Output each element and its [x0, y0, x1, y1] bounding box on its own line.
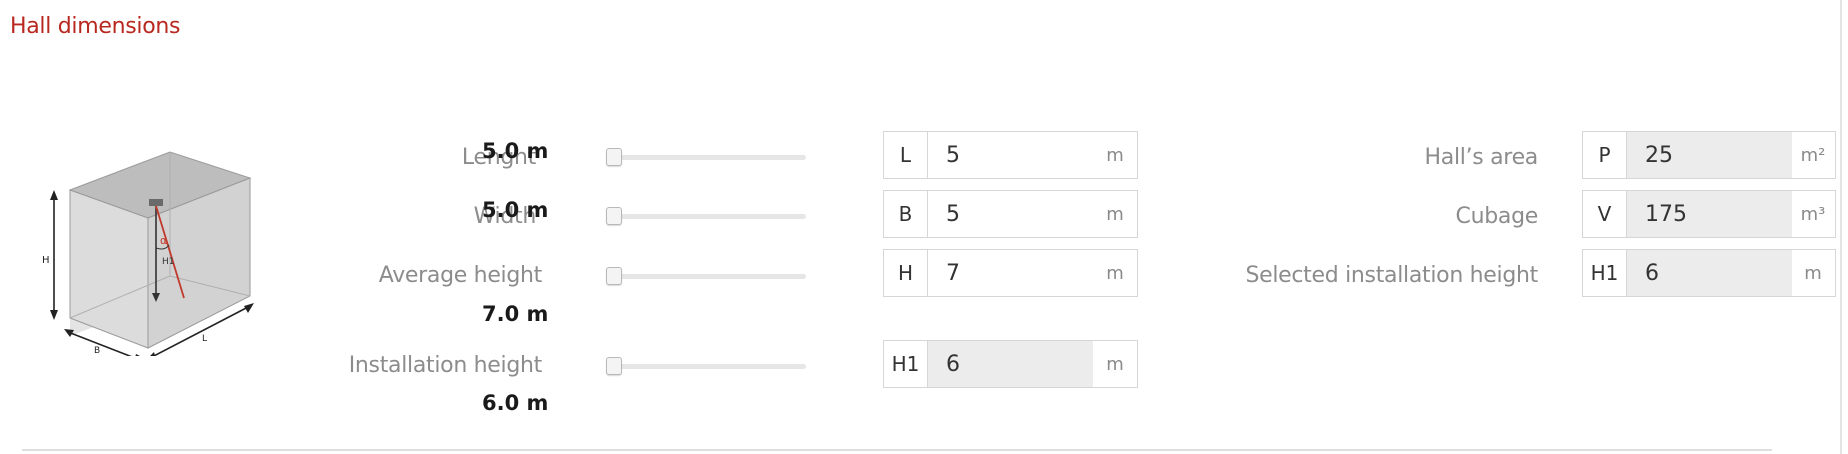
field-unit: m² — [1800, 144, 1826, 166]
width-input[interactable]: 5 — [928, 191, 1093, 237]
slider-thumb[interactable] — [606, 148, 622, 166]
installation-height-label: Installation height — [348, 353, 543, 378]
lamp-icon — [149, 199, 163, 206]
selected-installation-height-label: Selected installation height — [1245, 263, 1538, 288]
slider-thumb[interactable] — [606, 357, 622, 375]
svg-text:L: L — [202, 334, 207, 344]
field-prefix: H1 — [884, 341, 928, 387]
average-height-slider[interactable] — [606, 266, 806, 286]
slider-thumb[interactable] — [606, 207, 622, 225]
slider-track — [606, 155, 806, 160]
width-field[interactable]: B 5 m — [883, 190, 1138, 238]
field-prefix: H — [884, 250, 928, 296]
field-prefix: H1 — [1583, 250, 1627, 296]
field-unit: m — [1106, 353, 1124, 375]
svg-text:B: B — [94, 346, 100, 356]
hall-area-label: Hall’s area — [1424, 145, 1539, 170]
selected-installation-height-output: 6 — [1627, 250, 1792, 296]
field-unit: m³ — [1800, 203, 1826, 225]
height-field[interactable]: H 7 m — [883, 249, 1138, 297]
field-prefix: B — [884, 191, 928, 237]
cubage-label: Cubage — [1455, 204, 1539, 229]
selected-installation-height-field: H1 6 m — [1582, 249, 1836, 297]
field-prefix: V — [1583, 191, 1627, 237]
slider-track — [606, 364, 806, 369]
hall-area-field: P 25 m² — [1582, 131, 1836, 179]
slider-track — [606, 214, 806, 219]
svg-text:α: α — [160, 234, 167, 247]
svg-text:H1: H1 — [162, 257, 175, 267]
field-unit: m — [1106, 144, 1124, 166]
height-input[interactable]: 7 — [928, 250, 1093, 296]
length-slider[interactable] — [606, 147, 806, 167]
field-unit: m — [1804, 262, 1822, 284]
field-unit: m — [1106, 203, 1124, 225]
installation-height-input: 6 — [928, 341, 1093, 387]
average-height-value: 7.0 m — [482, 302, 549, 326]
length-field[interactable]: L 5 m — [883, 131, 1138, 179]
hall-diagram: α H1 H B L — [42, 151, 254, 356]
slider-thumb[interactable] — [606, 267, 622, 285]
section-divider — [22, 449, 1772, 451]
field-unit: m — [1106, 262, 1124, 284]
field-prefix: P — [1583, 132, 1627, 178]
field-prefix: L — [884, 132, 928, 178]
slider-track — [606, 274, 806, 279]
svg-text:H: H — [42, 255, 50, 266]
length-input[interactable]: 5 — [928, 132, 1093, 178]
width-slider[interactable] — [606, 206, 806, 226]
cubage-output: 175 — [1627, 191, 1792, 237]
section-title: Hall dimensions — [10, 14, 181, 39]
installation-height-field[interactable]: H1 6 m — [883, 340, 1138, 388]
installation-height-value: 6.0 m — [482, 391, 549, 415]
average-height-label: Average height — [378, 263, 543, 288]
panel-edge — [1840, 0, 1842, 454]
width-value: 5.0 m — [482, 198, 549, 222]
length-value: 5.0 m — [482, 139, 549, 163]
cubage-field: V 175 m³ — [1582, 190, 1836, 238]
hall-area-output: 25 — [1627, 132, 1792, 178]
installation-height-slider[interactable] — [606, 356, 806, 376]
